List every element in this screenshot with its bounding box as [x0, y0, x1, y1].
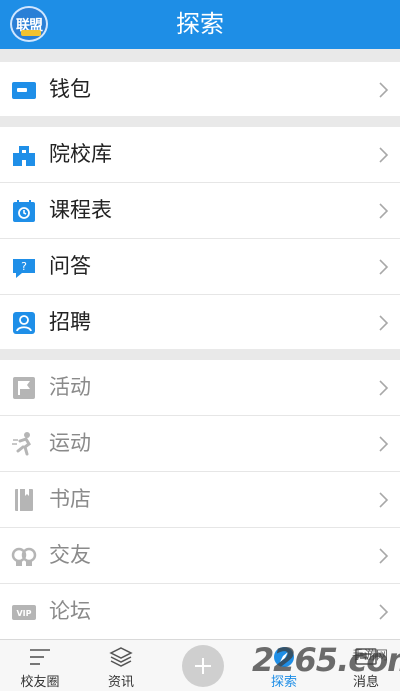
menu-item-forum[interactable]: VIP 论坛 — [0, 584, 400, 639]
svg-text:VIP: VIP — [16, 609, 31, 618]
chevron-right-icon — [379, 203, 389, 219]
menu-item-activity[interactable]: 活动 — [0, 360, 400, 415]
chevron-right-icon — [379, 147, 389, 163]
menu-item-label: 课程表 — [49, 198, 112, 222]
menu-item-label: 钱包 — [49, 77, 91, 101]
tab-news[interactable]: 资讯 — [81, 640, 161, 691]
menu-item-label: 活动 — [49, 375, 91, 399]
menu-item-bookstore[interactable]: 书店 — [0, 472, 400, 527]
menu-group-study: 院校库 课程表 ? 问答 招聘 — [0, 127, 400, 349]
chevron-right-icon — [379, 548, 389, 564]
chevron-right-icon — [379, 82, 389, 98]
menu-item-label: 院校库 — [49, 142, 112, 166]
chevron-right-icon — [379, 436, 389, 452]
menu-group-life: 活动 运动 书店 交友 VIP 论坛 — [0, 360, 400, 639]
feed-icon — [30, 649, 50, 665]
menu-item-label: 论坛 — [49, 599, 91, 623]
menu-group-wallet: 钱包 — [0, 62, 400, 116]
chevron-right-icon — [379, 492, 389, 508]
tab-label: 校友圈 — [20, 675, 60, 690]
layers-icon — [109, 647, 133, 667]
chevron-right-icon — [379, 315, 389, 331]
tab-alumni[interactable]: 校友圈 — [0, 640, 80, 691]
page-title: 探索 — [176, 10, 224, 38]
flag-icon — [13, 377, 35, 399]
book-icon — [15, 489, 33, 511]
add-button[interactable] — [182, 645, 224, 687]
header-bar: 联盟 探索 — [0, 0, 400, 49]
chevron-right-icon — [379, 604, 389, 620]
watermark-sub: 手游网 — [352, 648, 389, 662]
menu-item-school[interactable]: 院校库 — [0, 127, 400, 182]
recruit-icon — [13, 312, 35, 334]
school-icon — [13, 146, 35, 166]
wallet-icon — [12, 82, 36, 99]
question-icon: ? — [13, 259, 35, 278]
menu-item-label: 书店 — [49, 487, 91, 511]
chevron-right-icon — [379, 259, 389, 275]
vip-icon: VIP — [12, 605, 36, 620]
menu-item-schedule[interactable]: 课程表 — [0, 183, 400, 238]
menu-item-label: 运动 — [49, 431, 91, 455]
menu-item-qa[interactable]: ? 问答 — [0, 239, 400, 294]
running-icon — [12, 432, 31, 456]
tab-label: 资讯 — [107, 675, 134, 690]
menu-item-friends[interactable]: 交友 — [0, 528, 400, 583]
friends-icon — [11, 547, 37, 566]
svg-text:?: ? — [21, 260, 27, 273]
schedule-icon — [13, 200, 35, 222]
menu-item-sports[interactable]: 运动 — [0, 416, 400, 471]
menu-item-recruit[interactable]: 招聘 — [0, 295, 400, 349]
menu-item-label: 交友 — [49, 543, 91, 567]
menu-item-label: 招聘 — [49, 310, 91, 334]
menu-item-wallet[interactable]: 钱包 — [0, 62, 400, 116]
chevron-right-icon — [379, 380, 389, 396]
menu-item-label: 问答 — [49, 254, 91, 278]
